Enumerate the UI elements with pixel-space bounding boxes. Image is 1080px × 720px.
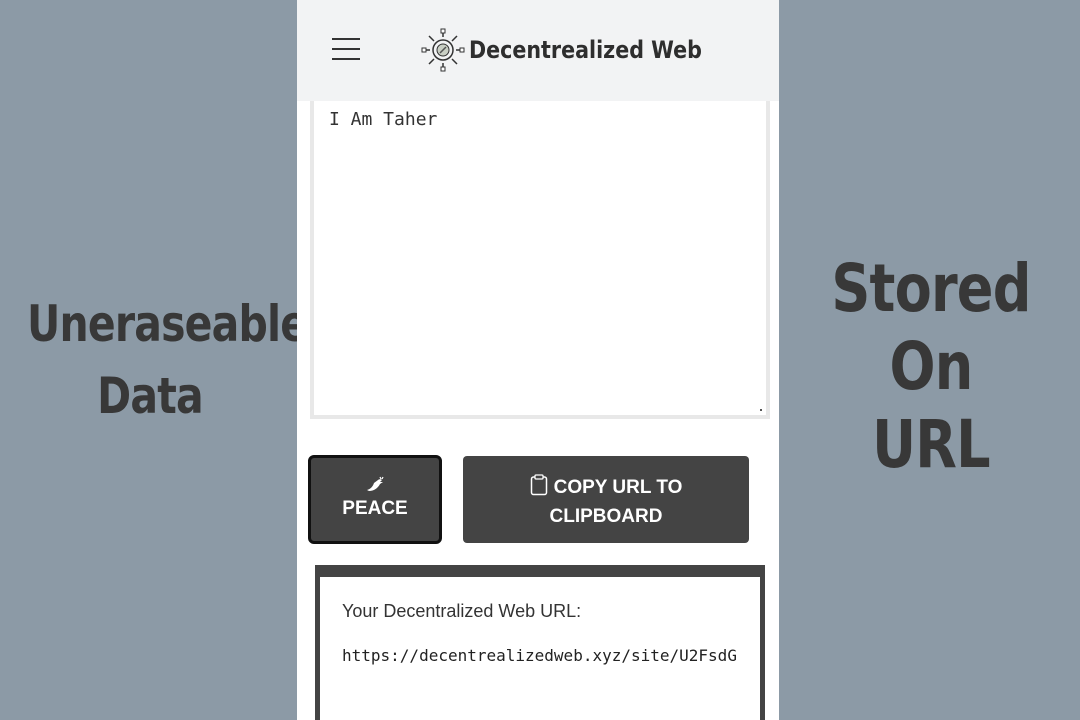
- gear-sun-logo-icon: [421, 28, 465, 72]
- left-caption-line1: Uneraseable: [27, 295, 308, 353]
- url-panel: Your Decentralized Web URL: https://dece…: [315, 565, 765, 720]
- right-caption-line1: Stored: [831, 250, 1031, 327]
- peace-label: PEACE: [342, 498, 408, 519]
- dove-icon: [367, 476, 384, 491]
- right-caption-line2: On: [889, 328, 974, 405]
- copy-url-button[interactable]: COPY URL TO CLIPBOARD: [463, 456, 749, 543]
- copy-label-line1: COPY URL TO: [553, 477, 683, 498]
- left-caption: Uneraseable Data: [27, 288, 308, 432]
- resize-handle[interactable]: [760, 409, 762, 411]
- content-textarea[interactable]: I Am Taher: [310, 101, 770, 419]
- right-caption: Stored On URL: [808, 250, 1054, 484]
- clipboard-icon: [530, 474, 547, 496]
- phone-screen: Decentrealized Web I Am Taher PEACE COPY…: [297, 0, 779, 720]
- copy-label-line2: CLIPBOARD: [549, 506, 663, 527]
- brand[interactable]: Decentrealized Web: [421, 28, 740, 72]
- url-label: Your Decentralized Web URL:: [342, 601, 582, 621]
- hamburger-icon[interactable]: [332, 38, 360, 62]
- peace-button[interactable]: PEACE: [308, 455, 442, 544]
- right-caption-line3: URL: [872, 406, 990, 483]
- textarea-text: I Am Taher: [329, 109, 438, 130]
- app-header: Decentrealized Web: [297, 0, 779, 101]
- url-panel-inner: Your Decentralized Web URL: https://dece…: [320, 577, 760, 720]
- left-caption-line2: Data: [97, 367, 204, 425]
- brand-title: Decentrealized Web: [469, 36, 702, 64]
- url-value[interactable]: https://decentrealizedweb.xyz/site/U2Fsd…: [342, 646, 737, 665]
